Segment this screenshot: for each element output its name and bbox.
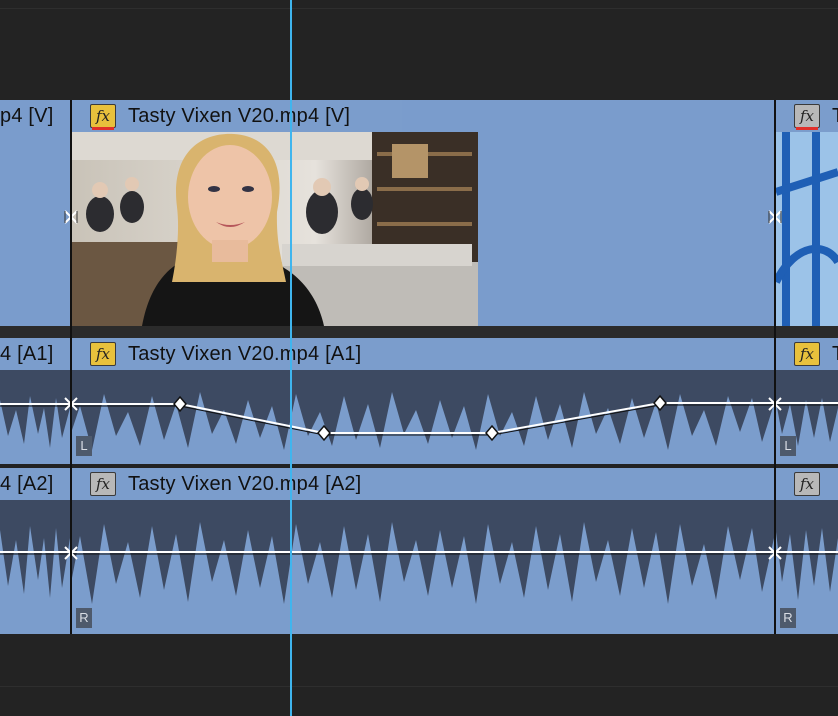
track-separator xyxy=(0,326,838,338)
video-clip-next[interactable]: fx T xyxy=(776,100,838,326)
fx-text: fx xyxy=(799,475,814,493)
clip-label: Tasty Vixen V20.mp4 [A2] xyxy=(128,473,362,495)
fx-underline xyxy=(92,127,114,130)
channel-indicator-right: R xyxy=(780,608,796,628)
volume-rubber-band-a1[interactable] xyxy=(0,388,838,448)
fx-text: fx xyxy=(95,475,110,493)
clip-label: T xyxy=(832,343,838,366)
clip-label: 4 [A2] xyxy=(0,473,54,495)
clip-label: T xyxy=(832,105,838,128)
clip-boundary xyxy=(774,100,776,634)
timeline-empty-track-area xyxy=(0,634,838,716)
clip-label: Tasty Vixen V20.mp4 [A1] xyxy=(128,343,362,365)
volume-rubber-band-a2[interactable] xyxy=(0,545,838,561)
fx-badge[interactable]: fx xyxy=(90,342,116,366)
fx-underline xyxy=(796,127,818,130)
clip-thumbnail-image xyxy=(72,132,478,326)
clip-label: Tasty Vixen V20.mp4 [V] xyxy=(128,105,351,127)
fx-badge[interactable]: fx xyxy=(794,104,820,130)
fx-badge[interactable]: fx xyxy=(90,104,116,130)
playhead[interactable] xyxy=(290,0,292,716)
fx-text: fx xyxy=(95,107,110,125)
fx-text: fx xyxy=(95,345,110,363)
fx-badge[interactable]: fx xyxy=(794,342,820,366)
video-clip-tasty-vixen[interactable]: fx Tasty Vixen V20.mp4 [V] xyxy=(72,100,774,326)
fx-text: fx xyxy=(799,345,814,363)
timeline-empty-track-area xyxy=(0,0,838,100)
channel-indicator-right: R xyxy=(76,608,92,628)
clip-label: p4 [V] xyxy=(0,105,54,127)
fx-badge[interactable]: fx xyxy=(794,472,820,496)
fx-text: fx xyxy=(799,107,814,125)
clip-label: 4 [A1] xyxy=(0,343,54,365)
video-clip-previous[interactable]: p4 [V] xyxy=(0,100,70,326)
fx-badge[interactable]: fx xyxy=(90,472,116,496)
clip-boundary xyxy=(70,100,72,634)
clip-thumbnail-image xyxy=(776,132,838,326)
